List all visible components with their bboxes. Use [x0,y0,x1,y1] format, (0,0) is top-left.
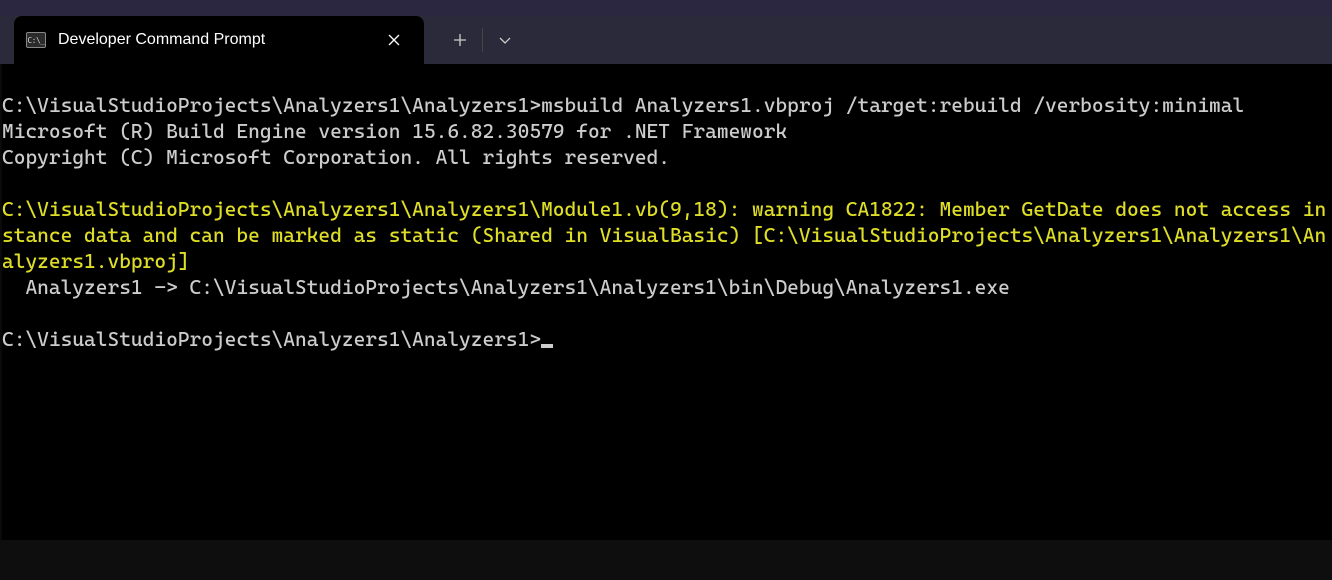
tab-row: C:\_ Developer Command Prompt [0,16,1332,64]
bottom-bar [0,540,1332,580]
new-tab-button[interactable] [442,22,478,58]
close-tab-button[interactable] [380,26,408,54]
tab-title: Developer Command Prompt [58,31,368,49]
tab-active[interactable]: C:\_ Developer Command Prompt [14,16,424,64]
tab-controls [442,16,523,64]
chevron-down-icon [498,35,512,45]
build-output-line: Analyzers1 -> C:\VisualStudioProjects\An… [2,275,1010,299]
copyright-line: Copyright (C) Microsoft Corporation. All… [2,145,670,169]
cursor [541,344,553,348]
terminal-output[interactable]: C:\VisualStudioProjects\Analyzers1\Analy… [0,64,1332,540]
prompt-path: C:\VisualStudioProjects\Analyzers1\Analy… [2,327,541,351]
close-icon [388,34,400,46]
plus-icon [453,33,467,47]
warning-line: C:\VisualStudioProjects\Analyzers1\Analy… [2,197,1326,273]
prompt-path: C:\VisualStudioProjects\Analyzers1\Analy… [2,93,541,117]
divider [482,28,483,52]
tab-dropdown-button[interactable] [487,22,523,58]
terminal-icon: C:\_ [26,32,46,48]
title-bar [0,0,1332,16]
command-text: msbuild Analyzers1.vbproj /target:rebuil… [541,93,1244,117]
build-engine-line: Microsoft (R) Build Engine version 15.6.… [2,119,787,143]
